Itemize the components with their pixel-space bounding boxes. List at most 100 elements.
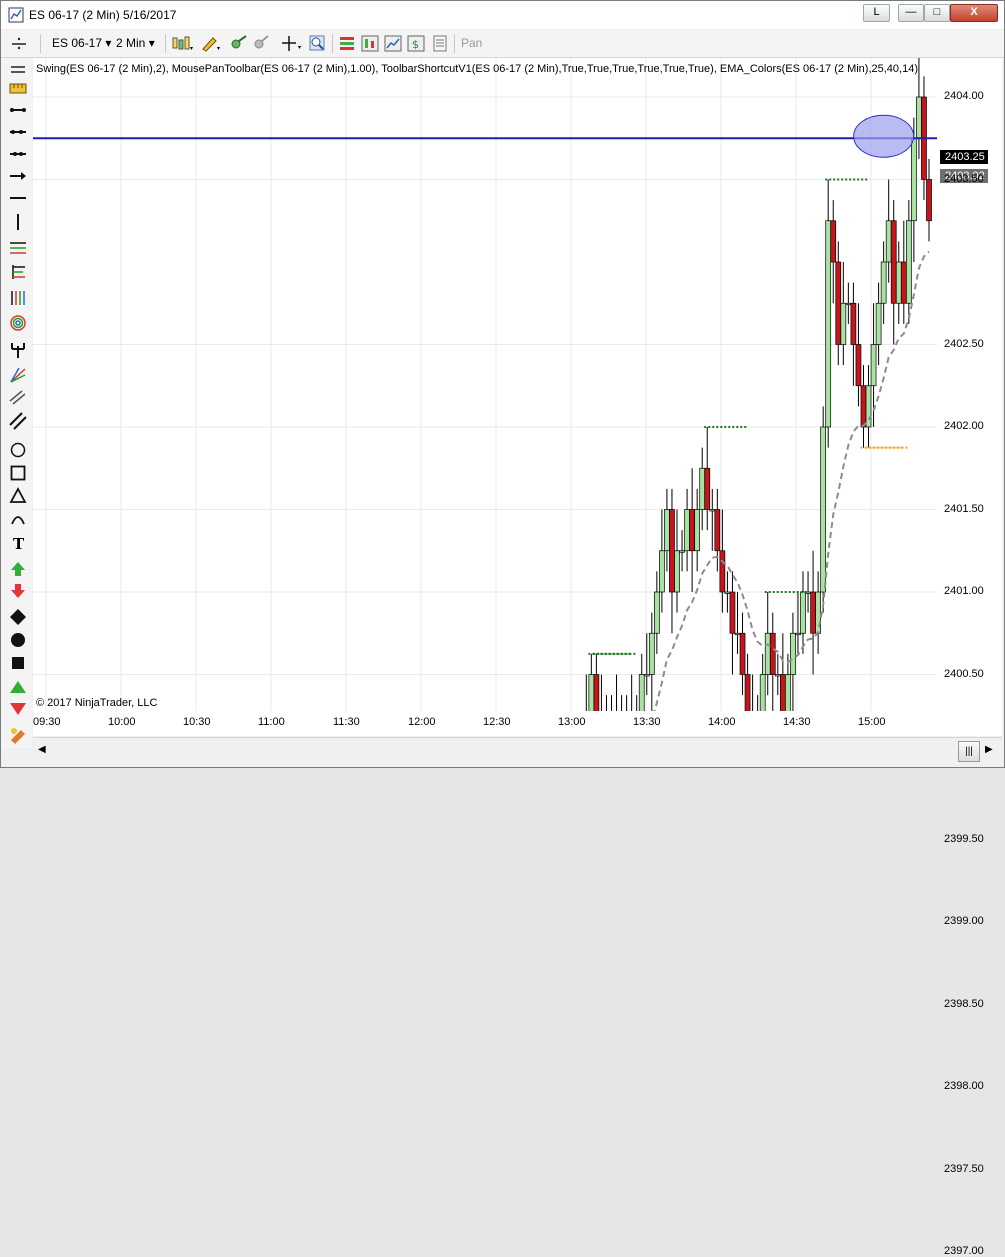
horizontal-line-icon[interactable] bbox=[9, 189, 27, 207]
candle bbox=[709, 509, 716, 512]
candle bbox=[860, 385, 867, 428]
time-tick-label: 09:30 bbox=[33, 716, 61, 728]
fibonacci-circle-icon[interactable] bbox=[9, 314, 27, 332]
highlight-ellipse bbox=[853, 114, 915, 158]
candle bbox=[835, 261, 842, 345]
candle bbox=[714, 509, 721, 552]
arrow-up-icon[interactable] bbox=[9, 560, 27, 578]
maximize-button[interactable]: □ bbox=[924, 4, 950, 22]
candle bbox=[870, 344, 877, 387]
ellipse-icon[interactable] bbox=[9, 441, 27, 459]
link-button[interactable]: L bbox=[863, 4, 890, 22]
toolbar-grip-icon[interactable] bbox=[10, 35, 28, 52]
fibonacci-time-icon[interactable] bbox=[9, 289, 27, 307]
vertical-line-icon[interactable] bbox=[9, 213, 27, 231]
time-axis[interactable]: 09:30 10:00 10:30 11:00 11:30 12:00 12:30 13:00… bbox=[33, 711, 1002, 736]
andrews-pitchfork-icon[interactable] bbox=[9, 341, 27, 359]
candle bbox=[759, 674, 766, 711]
candle bbox=[895, 261, 902, 304]
line-icon[interactable] bbox=[9, 101, 27, 119]
arc-icon[interactable] bbox=[9, 510, 27, 528]
time-tick-label: 15:00 bbox=[858, 716, 886, 728]
candle bbox=[694, 509, 701, 552]
indicator-list-label: Swing(ES 06-17 (2 Min),2), MousePanToolb… bbox=[36, 63, 918, 75]
gann-fan-icon[interactable] bbox=[9, 366, 27, 384]
extended-line-icon[interactable] bbox=[9, 145, 27, 163]
candle bbox=[885, 220, 892, 263]
remove-drawings-icon[interactable] bbox=[9, 726, 27, 744]
chart-style-icon[interactable] bbox=[384, 35, 402, 52]
fibonacci-retracement-icon[interactable] bbox=[9, 239, 27, 257]
remove-indicator-icon[interactable] bbox=[252, 35, 270, 52]
minimize-button[interactable]: — bbox=[898, 4, 924, 22]
instrument-label: ES 06-17 bbox=[52, 36, 103, 50]
zoom-icon[interactable] bbox=[309, 35, 327, 52]
interval-label: 2 Min bbox=[116, 36, 146, 50]
time-tick-label: 13:00 bbox=[558, 716, 586, 728]
toolbar-grip-icon[interactable] bbox=[9, 61, 27, 79]
candle bbox=[699, 467, 706, 510]
scroll-thumb[interactable]: ||| bbox=[958, 741, 980, 762]
text-icon[interactable]: T bbox=[9, 534, 27, 552]
scroll-right-icon[interactable]: ▶ bbox=[985, 744, 993, 755]
price-tick-label: 2401.00 bbox=[944, 585, 984, 597]
interval-selector[interactable]: 2 Min ▾ bbox=[116, 34, 155, 52]
rectangle-icon[interactable] bbox=[9, 464, 27, 482]
bar-type-icon[interactable]: ▾ bbox=[171, 35, 193, 52]
instrument-selector[interactable]: ES 06-17 ▾ bbox=[52, 34, 111, 52]
candle bbox=[830, 220, 837, 263]
chart-app-icon bbox=[8, 7, 24, 23]
window-title: ES 06-17 (2 Min) 5/16/2017 bbox=[29, 8, 177, 22]
price-tick-label: 2401.50 bbox=[944, 502, 984, 515]
last-price-tag: 2403.25 bbox=[940, 150, 988, 164]
svg-text:$: $ bbox=[412, 38, 419, 51]
candle bbox=[734, 632, 741, 636]
time-tick-label: 14:00 bbox=[708, 716, 736, 728]
price-tick-label: 2397.00 bbox=[944, 1245, 984, 1257]
candle bbox=[855, 344, 862, 387]
candle bbox=[679, 550, 685, 553]
triangle-up-icon[interactable] bbox=[9, 678, 27, 696]
add-indicator-icon[interactable] bbox=[229, 35, 249, 52]
price-chart[interactable] bbox=[33, 58, 937, 711]
copyright-label: © 2017 NinjaTrader, LLC bbox=[36, 697, 158, 709]
candle bbox=[800, 591, 806, 634]
chart-scrollbar[interactable]: ◀ ||| ▶ bbox=[33, 737, 1002, 765]
candle bbox=[669, 509, 675, 593]
candle bbox=[664, 509, 670, 552]
time-tick-label: 11:00 bbox=[258, 716, 285, 728]
triangle-icon[interactable] bbox=[9, 487, 27, 505]
arrow-line-icon[interactable] bbox=[9, 167, 27, 185]
price-axis[interactable]: 2403.25 2403.02 2404.00 2403.50 2402.50 240… bbox=[937, 58, 1002, 1257]
candle bbox=[744, 674, 751, 711]
square-icon[interactable] bbox=[9, 654, 27, 672]
arrow-down-icon[interactable] bbox=[9, 582, 27, 600]
scroll-left-icon[interactable]: ◀ bbox=[38, 744, 46, 755]
pencil-drawing-icon[interactable]: ▾ bbox=[200, 35, 222, 52]
candle bbox=[790, 632, 796, 675]
fibonacci-extension-icon[interactable] bbox=[9, 263, 27, 281]
candle bbox=[840, 302, 847, 345]
price-tick-label: 2398.00 bbox=[944, 1080, 984, 1092]
chevron-down-icon: ▾ bbox=[105, 36, 112, 50]
data-box-icon[interactable] bbox=[338, 35, 356, 52]
chart-properties-icon[interactable] bbox=[361, 35, 379, 52]
triangle-down-icon[interactable] bbox=[9, 700, 27, 718]
templates-icon[interactable]: $ bbox=[407, 35, 425, 52]
close-button[interactable]: X bbox=[950, 4, 998, 22]
strategies-icon[interactable] bbox=[431, 35, 449, 52]
ray-icon[interactable] bbox=[9, 123, 27, 141]
diamond-icon[interactable] bbox=[9, 608, 27, 626]
regression-channel-icon[interactable] bbox=[9, 389, 27, 407]
chart-panel[interactable]: Swing(ES 06-17 (2 Min),2), MousePanToolb… bbox=[33, 58, 937, 711]
trend-channel-icon[interactable] bbox=[9, 412, 27, 430]
svg-text:T: T bbox=[13, 535, 25, 552]
crosshair-icon[interactable]: ▾ bbox=[281, 35, 305, 52]
toolbar-separator bbox=[165, 34, 166, 53]
candle bbox=[825, 220, 832, 428]
dot-icon[interactable] bbox=[9, 631, 27, 649]
toolbar-separator bbox=[454, 34, 455, 53]
pan-button[interactable]: Pan bbox=[461, 34, 482, 52]
price-tick-label: 2398.50 bbox=[944, 997, 984, 1010]
ruler-icon[interactable] bbox=[9, 79, 27, 97]
